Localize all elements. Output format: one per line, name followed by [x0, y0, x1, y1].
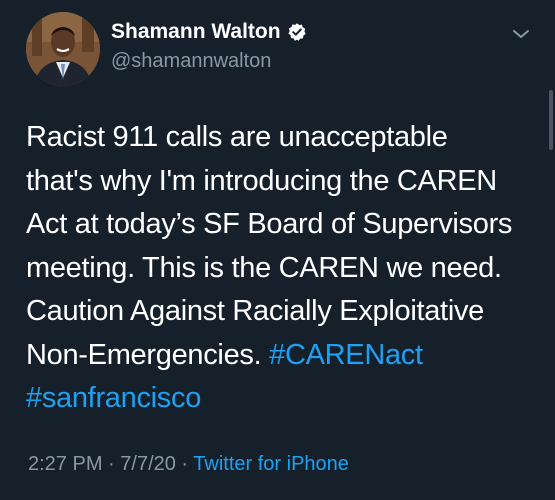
tweet-text-line: #sanfrancisco — [26, 377, 541, 421]
tweet-text-fragment: Non-Emergencies. — [26, 338, 270, 371]
meta-separator: · — [102, 453, 121, 475]
tweet-text: Racist 911 calls are unacceptable that's… — [26, 116, 541, 421]
hashtag-link[interactable]: #sanfrancisco — [26, 382, 201, 414]
chevron-down-icon[interactable] — [511, 24, 531, 44]
tweet-text-line: Racist 911 calls are unacceptable — [26, 121, 448, 153]
author-name-row[interactable]: Shamann Walton — [111, 20, 307, 44]
hashtag-link[interactable]: #CARENact — [269, 339, 423, 371]
tweet-card: Shamann Walton @shamannwalton Racist 911… — [0, 0, 555, 500]
avatar[interactable] — [26, 12, 100, 86]
author-handle[interactable]: @shamannwalton — [111, 50, 271, 73]
tweet-text-line: Act at today’s SF Board of Supervisors — [26, 208, 513, 240]
tweet-text-line: meeting. This is the CAREN we need. — [26, 251, 502, 284]
tweet-text-line: Non-Emergencies. #CARENact — [26, 334, 541, 378]
meta-separator: · — [175, 453, 194, 475]
verified-badge-icon — [287, 22, 307, 42]
author-display-name[interactable]: Shamann Walton — [111, 20, 281, 44]
tweet-time[interactable]: 2:27 PM — [28, 453, 102, 475]
tweet-source-link[interactable]: Twitter for iPhone — [193, 453, 349, 475]
tweet-date[interactable]: 7/7/20 — [120, 453, 176, 475]
scrollbar[interactable] — [549, 90, 553, 150]
tweet-text-line: Caution Against Racially Exploitative — [26, 295, 484, 327]
tweet-metadata: 2:27 PM · 7/7/20 · Twitter for iPhone — [28, 453, 349, 476]
tweet-text-line: that's why I'm introducing the CAREN — [26, 164, 497, 197]
